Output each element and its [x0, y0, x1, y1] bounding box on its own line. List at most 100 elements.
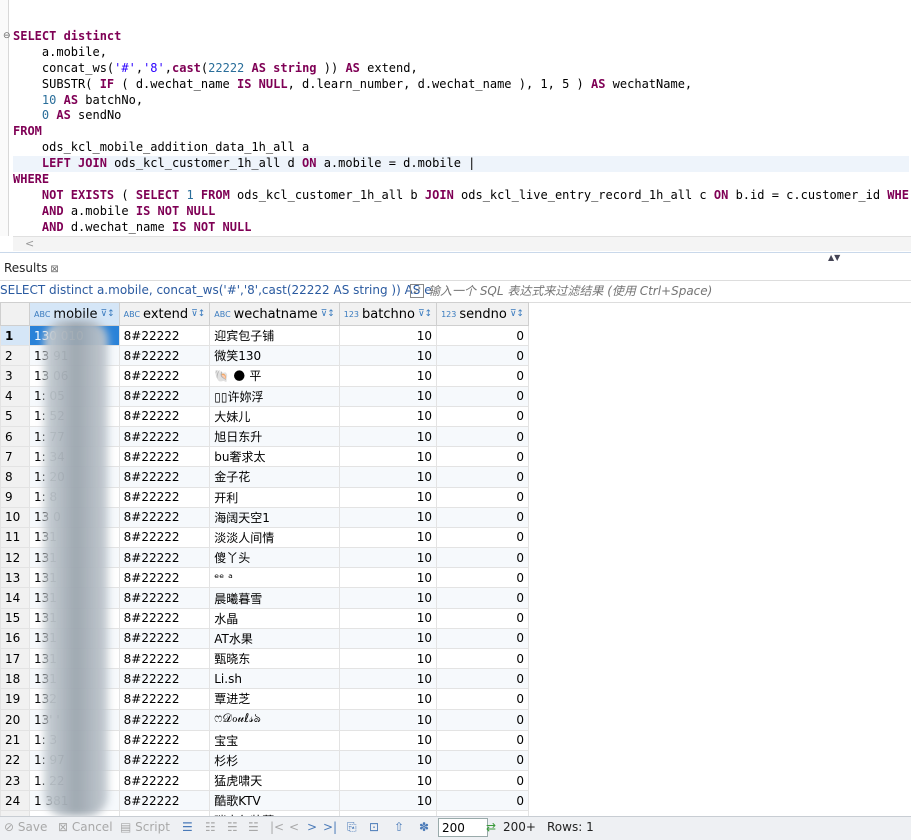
- cell-batchno[interactable]: 10: [338, 486, 438, 508]
- row-number[interactable]: 24: [0, 790, 30, 812]
- cell-sendno[interactable]: 0: [436, 688, 529, 710]
- fold-toggle-icon[interactable]: ⊖: [3, 31, 11, 41]
- cell-sendno[interactable]: 0: [436, 567, 529, 589]
- cell-wechatname[interactable]: 淡淡人间情: [209, 526, 340, 549]
- row-number[interactable]: 5: [0, 405, 30, 427]
- cell-wechatname[interactable]: ▯▯许妳浮: [209, 385, 340, 407]
- cell-batchno[interactable]: 10: [338, 567, 438, 589]
- sql-line[interactable]: AND a.mobile IS NOT NULL: [13, 204, 909, 220]
- row-delete-icon[interactable]: ☱: [248, 820, 259, 834]
- cell-batchno[interactable]: 10: [338, 688, 438, 710]
- row-number[interactable]: 21: [0, 729, 30, 751]
- maximize-restore-icon[interactable]: ▲▼: [828, 253, 840, 262]
- previous-page-icon[interactable]: <: [289, 820, 299, 834]
- sql-line[interactable]: WHERE: [13, 172, 909, 188]
- fetch-size-input[interactable]: [438, 818, 488, 837]
- filter-input[interactable]: [428, 282, 908, 300]
- cell-sendno[interactable]: 0: [436, 708, 529, 731]
- row-edit-icon[interactable]: ☰: [182, 820, 193, 834]
- sql-line[interactable]: AND d.wechat_name IS NOT NULL: [13, 220, 909, 236]
- cell-wechatname[interactable]: ෆ𝒟ℴ𝓊ℓ𝓈ঌ: [209, 708, 340, 731]
- cell-extend[interactable]: 8#22222: [118, 790, 211, 812]
- cell-wechatname[interactable]: bu奢求太: [209, 446, 340, 468]
- sql-editor[interactable]: ⊖ SELECT distinct a.mobile, concat_ws('#…: [0, 0, 911, 252]
- cell-sendno[interactable]: 0: [436, 324, 529, 347]
- sql-line[interactable]: 10 AS batchNo,: [13, 93, 909, 109]
- cell-wechatname[interactable]: 晨曦暮雪: [209, 587, 340, 609]
- column-header-batchno[interactable]: 123 batchno ⊽↕: [338, 302, 438, 326]
- cell-sendno[interactable]: 0: [436, 345, 529, 367]
- cell-wechatname[interactable]: 覃进芝: [209, 688, 340, 710]
- cell-batchno[interactable]: 10: [338, 668, 438, 690]
- row-number[interactable]: 1: [0, 324, 30, 347]
- cell-extend[interactable]: 8#22222: [118, 547, 211, 569]
- tab-results[interactable]: Results ⊠: [0, 256, 63, 280]
- cell-batchno[interactable]: 10: [338, 324, 438, 347]
- cell-sendno[interactable]: 0: [436, 729, 529, 751]
- cell-batchno[interactable]: 10: [338, 769, 438, 792]
- cell-wechatname[interactable]: ᵉᵉ ᵃ: [209, 567, 340, 589]
- cell-sendno[interactable]: 0: [436, 607, 529, 629]
- cell-sendno[interactable]: 0: [436, 547, 529, 569]
- cell-batchno[interactable]: 10: [338, 607, 438, 629]
- cell-wechatname[interactable]: 🐚 🌑 平: [209, 365, 340, 387]
- sql-line[interactable]: SUBSTR( IF ( d.wechat_name IS NULL, d.le…: [13, 77, 909, 93]
- fetch-all-icon[interactable]: ⊡: [369, 820, 379, 834]
- row-number[interactable]: 14: [0, 587, 30, 609]
- row-number[interactable]: 12: [0, 547, 30, 569]
- cell-extend[interactable]: 8#22222: [118, 647, 211, 670]
- cell-extend[interactable]: 8#22222: [118, 526, 211, 549]
- cell-extend[interactable]: 8#22222: [118, 385, 211, 407]
- sql-line[interactable]: a.mobile,: [13, 45, 909, 61]
- filter-sort-icon[interactable]: ⊽↕: [321, 309, 335, 319]
- cell-wechatname[interactable]: 酷歌KTV: [209, 790, 340, 812]
- cell-sendno[interactable]: 0: [436, 627, 529, 650]
- row-number[interactable]: 2: [0, 345, 30, 367]
- cell-wechatname[interactable]: 金子花: [209, 466, 340, 488]
- cell-extend[interactable]: 8#22222: [118, 405, 211, 427]
- close-icon[interactable]: ⊠: [50, 264, 58, 275]
- cell-wechatname[interactable]: 开利: [209, 486, 340, 508]
- row-number[interactable]: 13: [0, 567, 30, 589]
- cell-extend[interactable]: 8#22222: [118, 668, 211, 690]
- cell-batchno[interactable]: 10: [338, 708, 438, 731]
- cell-sendno[interactable]: 0: [436, 668, 529, 690]
- results-grid[interactable]: ABC mobile ⊽↕ ABC extend ⊽↕ ABC wechatname ⊽↕ …: [0, 302, 911, 816]
- filter-sort-icon[interactable]: ⊽↕: [191, 309, 205, 319]
- sql-line[interactable]: 0 AS sendNo: [13, 108, 909, 124]
- cell-wechatname[interactable]: 傻丫头: [209, 547, 340, 569]
- cell-batchno[interactable]: 10: [338, 385, 438, 407]
- cell-extend[interactable]: 8#22222: [118, 446, 211, 468]
- cell-batchno[interactable]: 10: [338, 587, 438, 609]
- row-copy-icon[interactable]: ☵: [227, 820, 238, 834]
- cell-sendno[interactable]: 0: [436, 506, 529, 528]
- cancel-button[interactable]: ⊠ Cancel: [58, 820, 113, 834]
- cell-sendno[interactable]: 0: [436, 749, 529, 771]
- cell-batchno[interactable]: 10: [338, 425, 438, 448]
- cell-batchno[interactable]: 10: [338, 365, 438, 387]
- sql-line[interactable]: NOT EXISTS ( SELECT 1 FROM ods_kcl_custo…: [13, 188, 909, 204]
- rownum-header[interactable]: [0, 302, 30, 326]
- settings-gear-icon[interactable]: ✽: [419, 820, 429, 834]
- row-number[interactable]: 11: [0, 526, 30, 549]
- cell-batchno[interactable]: 10: [338, 405, 438, 427]
- cell-batchno[interactable]: 10: [338, 466, 438, 488]
- cell-extend[interactable]: 8#22222: [118, 587, 211, 609]
- row-number[interactable]: 6: [0, 425, 30, 448]
- sql-line[interactable]: LEFT JOIN ods_kcl_customer_1h_all d ON a…: [13, 156, 909, 173]
- cell-wechatname[interactable]: 杉杉: [209, 749, 340, 771]
- next-page-icon[interactable]: >: [307, 820, 317, 834]
- row-number[interactable]: 16: [0, 627, 30, 650]
- cell-wechatname[interactable]: 微笑130: [209, 345, 340, 367]
- row-number[interactable]: 10: [0, 506, 30, 528]
- cell-wechatname[interactable]: AT水果: [209, 627, 340, 650]
- column-header-wechatname[interactable]: ABC wechatname ⊽↕: [209, 302, 340, 326]
- cell-wechatname[interactable]: Li.sh: [209, 668, 340, 690]
- cell-wechatname[interactable]: 宝宝: [209, 729, 340, 751]
- row-number[interactable]: 17: [0, 647, 30, 670]
- cell-batchno[interactable]: 10: [338, 526, 438, 549]
- cell-wechatname[interactable]: 迎宾包子铺: [209, 324, 340, 347]
- sql-code[interactable]: SELECT distinct a.mobile, concat_ws('#',…: [13, 29, 909, 236]
- cell-batchno[interactable]: 10: [338, 506, 438, 528]
- row-number[interactable]: 15: [0, 607, 30, 629]
